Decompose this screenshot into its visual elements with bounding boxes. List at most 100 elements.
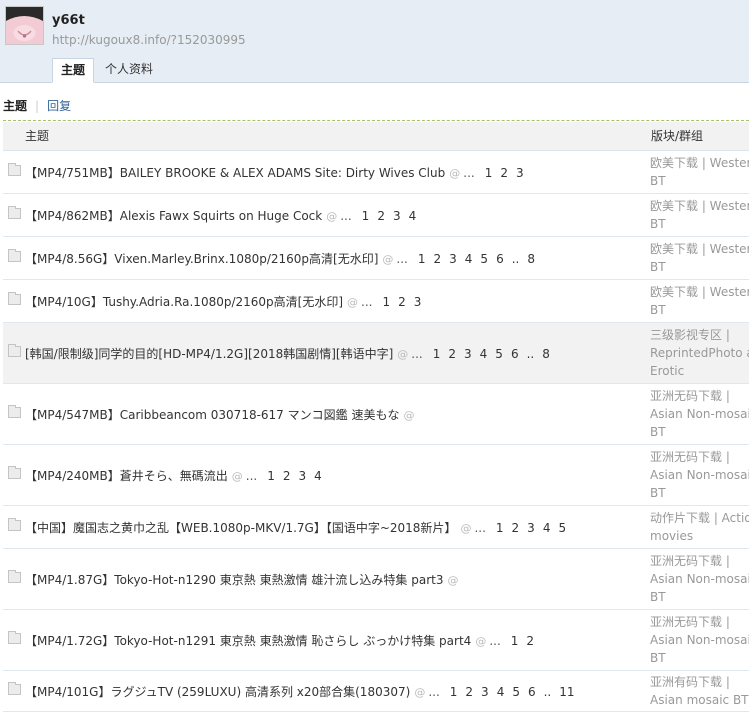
thread-title[interactable]: 【MP4/1.87G】Tokyo-Hot-n1290 東京熱 東熱激情 雄汁流し…	[25, 571, 461, 588]
page-link[interactable]: 2	[448, 347, 456, 361]
page-link[interactable]: 2	[465, 685, 473, 699]
folder-icon	[8, 682, 21, 695]
forum-link[interactable]: 三级影视专区 | ReprintedPhoto and Erotic	[650, 326, 749, 380]
forum-link[interactable]: 亚洲无码下载 | Asian Non-mosaic BT	[650, 387, 749, 441]
page-link[interactable]: 4	[314, 469, 322, 483]
thread-title-text[interactable]: 【MP4/240MB】蒼井そら、無碼流出	[25, 469, 228, 483]
page-link[interactable]: 1	[511, 634, 519, 648]
thread-title[interactable]: 【MP4/751MB】BAILEY BROOKE & ALEX ADAMS Si…	[25, 164, 528, 181]
page-link[interactable]: 4	[497, 685, 505, 699]
page-link[interactable]: 1	[496, 521, 504, 535]
folder-icon	[8, 405, 21, 418]
table-row: 【MP4/10G】Tushy.Adria.Ra.1080p/2160p高清[无水…	[3, 280, 749, 323]
forum-link[interactable]: 欧美下载 | Western BT	[650, 283, 749, 319]
page-ellipsis: ...	[463, 166, 475, 180]
forum-link[interactable]: 欧美下载 | Western BT	[650, 154, 749, 190]
attachment-icon: @	[397, 348, 409, 361]
page-link[interactable]: 3	[299, 469, 307, 483]
page-link[interactable]: 4	[465, 252, 473, 266]
thread-title-text[interactable]: 【MP4/547MB】Caribbeancom 030718-617 マンコ図鑑…	[25, 408, 399, 422]
forum-link[interactable]: 动作片下载 | Action movies	[650, 509, 749, 545]
forum-link[interactable]: 欧美下载 | Western BT	[650, 197, 749, 233]
page-link[interactable]: 2	[398, 295, 406, 309]
thread-title[interactable]: 【MP4/862MB】Alexis Fawx Squirts on Huge C…	[25, 207, 420, 224]
page-link[interactable]: 3	[464, 347, 472, 361]
page-link[interactable]: 3	[481, 685, 489, 699]
attachment-icon: @	[403, 409, 415, 422]
page-link[interactable]: 1	[382, 295, 390, 309]
user-avatar[interactable]	[5, 6, 44, 45]
forum-link[interactable]: 亚洲无码下载 | Asian Non-mosaic BT	[650, 552, 749, 606]
page-link[interactable]: 4	[543, 521, 551, 535]
thread-title-text[interactable]: [韩国/限制级]同学的目的[HD-MP4/1.2G][2018韩国剧情][韩语中…	[25, 347, 393, 361]
thread-title[interactable]: 【MP4/547MB】Caribbeancom 030718-617 マンコ図鑑…	[25, 406, 417, 423]
page-link[interactable]: 3	[414, 295, 422, 309]
folder-icon	[8, 466, 21, 479]
page-link[interactable]: 11	[559, 685, 574, 699]
page-link[interactable]: ..	[544, 685, 552, 699]
thread-title[interactable]: 【MP4/1.72G】Tokyo-Hot-n1291 東京熱 東熱激情 恥さらし…	[25, 632, 538, 649]
thread-title-text[interactable]: 【MP4/10G】Tushy.Adria.Ra.1080p/2160p高清[无水…	[25, 295, 343, 309]
page-link[interactable]: 1	[450, 685, 458, 699]
forum-link[interactable]: 亚洲无码下载 | Asian Non-mosaic BT	[650, 448, 749, 502]
page-link[interactable]: 4	[409, 209, 417, 223]
page-link[interactable]: 1	[418, 252, 426, 266]
forum-link[interactable]: 欧美下载 | Western BT	[650, 240, 749, 276]
subnav-separator: |	[35, 99, 40, 113]
forum-link[interactable]: 亚洲无码下载 | Asian Non-mosaic BT	[650, 613, 749, 667]
forum-link[interactable]: 亚洲有码下载 | Asian mosaic BT	[650, 673, 749, 709]
page-link[interactable]: 5	[480, 252, 488, 266]
page-link[interactable]: 4	[480, 347, 488, 361]
page-link[interactable]: 3	[449, 252, 457, 266]
page-link[interactable]: 2	[500, 166, 508, 180]
attachment-icon: @	[475, 635, 487, 648]
page-link[interactable]: ..	[512, 252, 520, 266]
page-link[interactable]: 5	[558, 521, 566, 535]
subnav-topics[interactable]: 主题	[3, 99, 27, 113]
tab-profile[interactable]: 个人资料	[97, 58, 161, 81]
thread-title[interactable]: 【MP4/240MB】蒼井そら、無碼流出 @... 1 2 3 4	[25, 467, 326, 484]
attachment-icon: @	[382, 253, 394, 266]
thread-title-text[interactable]: 【MP4/8.56G】Vixen.Marley.Brinx.1080p/2160…	[25, 252, 378, 266]
page-link[interactable]: 2	[377, 209, 385, 223]
thread-title-text[interactable]: 【MP4/101G】ラグジュTV (259LUXU) 高清系列 x20部合集(1…	[25, 685, 410, 699]
thread-title[interactable]: [韩国/限制级]同学的目的[HD-MP4/1.2G][2018韩国剧情][韩语中…	[25, 345, 554, 362]
page-link[interactable]: 6	[511, 347, 519, 361]
username[interactable]: y66t	[52, 13, 85, 28]
page-link[interactable]: 8	[527, 252, 535, 266]
page-ellipsis: ...	[411, 347, 423, 361]
page-link[interactable]: 3	[516, 166, 524, 180]
page-link[interactable]: 1	[433, 347, 441, 361]
page-link[interactable]: ..	[527, 347, 535, 361]
page-link[interactable]: 8	[542, 347, 550, 361]
thread-title-text[interactable]: 【MP4/1.72G】Tokyo-Hot-n1291 東京熱 東熱激情 恥さらし…	[25, 634, 471, 648]
page-link[interactable]: 5	[495, 347, 503, 361]
thread-title[interactable]: 【MP4/101G】ラグジュTV (259LUXU) 高清系列 x20部合集(1…	[25, 683, 579, 700]
user-profile-link[interactable]: http://kugoux8.info/?152030995	[52, 33, 246, 47]
page-link[interactable]: 5	[512, 685, 520, 699]
attachment-icon: @	[449, 167, 461, 180]
page-link[interactable]: 2	[434, 252, 442, 266]
table-row: 【MP4/1.87G】Tokyo-Hot-n1290 東京熱 東熱激情 雄汁流し…	[3, 549, 749, 610]
thread-title-text[interactable]: 【MP4/1.87G】Tokyo-Hot-n1290 東京熱 東熱激情 雄汁流し…	[25, 573, 443, 587]
page-link[interactable]: 1	[362, 209, 370, 223]
page-link[interactable]: 6	[528, 685, 536, 699]
thread-title[interactable]: 【MP4/8.56G】Vixen.Marley.Brinx.1080p/2160…	[25, 250, 539, 267]
page-link[interactable]: 1	[267, 469, 275, 483]
page-link[interactable]: 2	[526, 634, 534, 648]
page-link[interactable]: 6	[496, 252, 504, 266]
thread-title-text[interactable]: 【中国】魔国志之黄巾之乱【WEB.1080p-MKV/1.7G】【国语中字~20…	[25, 521, 456, 535]
table-row: 【MP4/751MB】BAILEY BROOKE & ALEX ADAMS Si…	[3, 150, 749, 194]
page-link[interactable]: 3	[393, 209, 401, 223]
thread-title[interactable]: 【MP4/10G】Tushy.Adria.Ra.1080p/2160p高清[无水…	[25, 293, 425, 310]
thread-title[interactable]: 【中国】魔国志之黄巾之乱【WEB.1080p-MKV/1.7G】【国语中字~20…	[25, 519, 570, 536]
subnav-replies-link[interactable]: 回复	[47, 99, 71, 113]
page-link[interactable]: 2	[512, 521, 520, 535]
page-link[interactable]: 2	[283, 469, 291, 483]
tab-topics[interactable]: 主题	[52, 58, 95, 83]
page-link[interactable]: 3	[527, 521, 535, 535]
page-link[interactable]: 1	[485, 166, 493, 180]
thread-title-text[interactable]: 【MP4/751MB】BAILEY BROOKE & ALEX ADAMS Si…	[25, 166, 445, 180]
thread-title-text[interactable]: 【MP4/862MB】Alexis Fawx Squirts on Huge C…	[25, 209, 322, 223]
attachment-icon: @	[347, 296, 359, 309]
